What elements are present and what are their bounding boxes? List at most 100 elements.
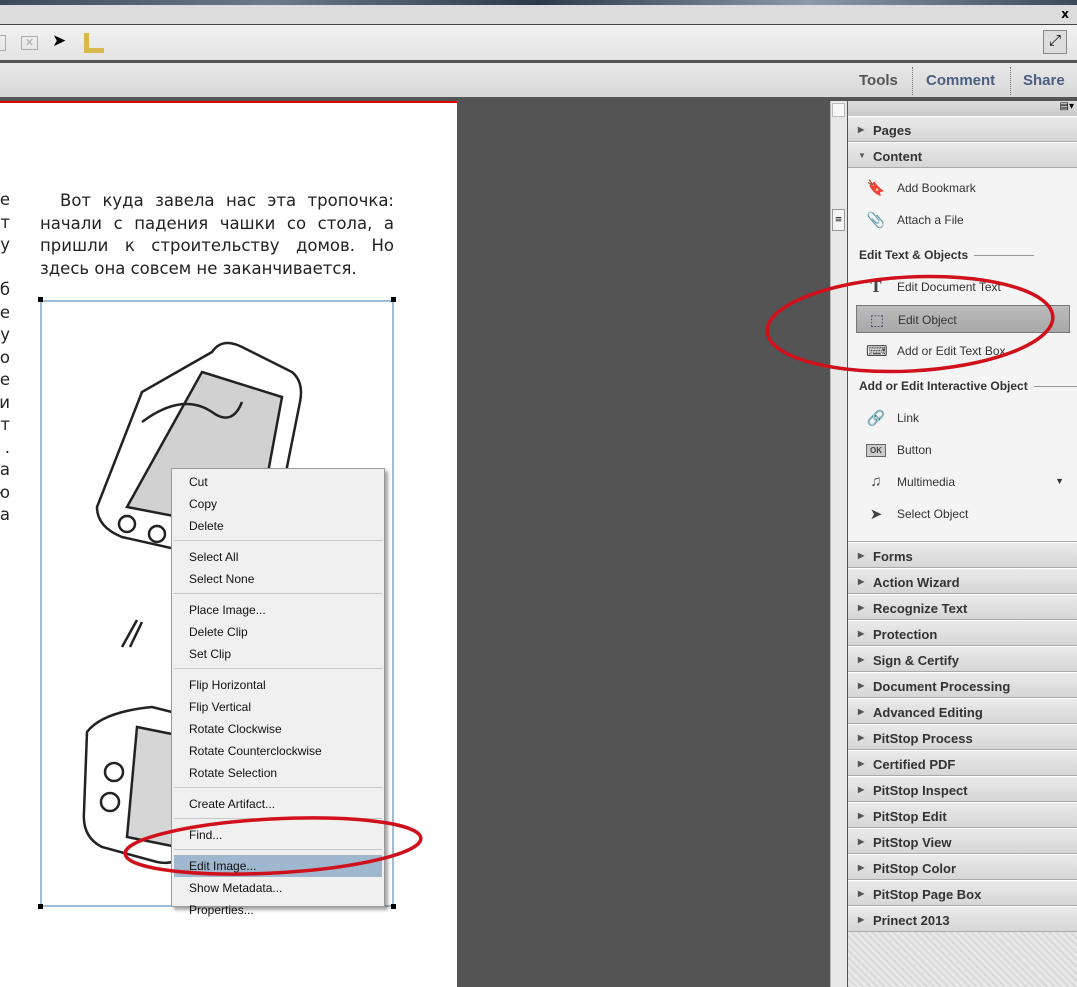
close-button[interactable]: x <box>1061 7 1069 21</box>
comment-tab[interactable]: Comment <box>926 72 995 89</box>
menu-item-flip-vertical[interactable]: Flip Vertical <box>174 696 382 718</box>
expand-icon[interactable]: ⤢ <box>1043 30 1067 54</box>
text-fragment: б- <box>0 280 10 299</box>
section-certified-pdf[interactable]: ▶ Certified PDF <box>848 750 1077 776</box>
toolbar: ✕ ➤ ⤢ <box>0 25 1077 62</box>
select-arrow-icon[interactable]: ➤ <box>52 31 66 51</box>
resize-handle[interactable] <box>38 297 43 302</box>
ok-button-icon: OK <box>866 444 886 457</box>
select-object-item[interactable]: ➤ Select Object <box>856 500 1070 528</box>
arrow-cursor-icon: ➤ <box>869 506 883 523</box>
section-content[interactable]: ▼ Content <box>848 142 1077 168</box>
menu-item-copy[interactable]: Copy <box>174 493 382 515</box>
triangle-right-icon: ▶ <box>858 655 865 664</box>
triangle-right-icon: ▶ <box>858 837 865 846</box>
scroll-thumb[interactable]: ≡ <box>832 209 845 231</box>
item-label: Select Object <box>897 507 969 521</box>
text-fragment: и- <box>0 392 10 412</box>
section-label: Sign & Certify <box>873 653 959 668</box>
button-item[interactable]: OK Button <box>856 436 1070 464</box>
section-protection[interactable]: ▶ Protection <box>848 620 1077 646</box>
menu-item-rotate-counterclockwise[interactable]: Rotate Counterclockwise <box>174 740 382 762</box>
triangle-right-icon: ▶ <box>858 551 865 560</box>
dropdown-arrow-icon[interactable]: ▼ <box>1055 476 1064 486</box>
toolbar-icon-partial[interactable] <box>0 35 6 51</box>
resize-handle[interactable] <box>391 297 396 302</box>
item-label: Add or Edit Text Box <box>897 344 1006 358</box>
section-advanced-editing[interactable]: ▶ Advanced Editing <box>848 698 1077 724</box>
section-pitstop-process[interactable]: ▶ PitStop Process <box>848 724 1077 750</box>
section-forms[interactable]: ▶ Forms <box>848 542 1077 568</box>
add-edit-text-box-item[interactable]: ⌨ Add or Edit Text Box <box>856 337 1070 365</box>
context-menu: Cut Copy Delete Select All Select None Place … <box>171 468 385 917</box>
text-fragment: е. <box>0 370 10 389</box>
section-label: PitStop Edit <box>873 809 947 824</box>
tools-panel: ▤▾ ▶ Pages ▼ Content 🔖 Add Bookmark 📎 Attach… <box>847 101 1077 987</box>
share-tab[interactable]: Share <box>1023 72 1065 89</box>
menu-item-set-clip[interactable]: Set Clip <box>174 643 382 665</box>
menu-item-rotate-selection[interactable]: Rotate Selection <box>174 762 382 784</box>
attach-file-item[interactable]: 📎 Attach a File <box>856 206 1070 234</box>
menu-item-edit-image[interactable]: Edit Image... <box>174 855 382 877</box>
menu-item-properties[interactable]: Properties... <box>174 899 382 921</box>
menu-item-flip-horizontal[interactable]: Flip Horizontal <box>174 674 382 696</box>
section-pitstop-edit[interactable]: ▶ PitStop Edit <box>848 802 1077 828</box>
section-label: Forms <box>873 549 913 564</box>
ruler-icon[interactable] <box>84 33 104 53</box>
menu-item-delete[interactable]: Delete <box>174 515 382 537</box>
menu-item-cut[interactable]: Cut <box>174 471 382 493</box>
menu-item-select-none[interactable]: Select None <box>174 568 382 590</box>
envelope-icon[interactable]: ✕ <box>21 36 38 50</box>
vertical-scrollbar[interactable]: ≡ <box>830 101 847 987</box>
title-bar: x <box>0 5 1077 25</box>
menu-item-select-all[interactable]: Select All <box>174 546 382 568</box>
menu-item-rotate-clockwise[interactable]: Rotate Clockwise <box>174 718 382 740</box>
triangle-right-icon: ▶ <box>858 863 865 872</box>
menu-item-create-artifact[interactable]: Create Artifact... <box>174 793 382 815</box>
chain-link-icon: 🔗 <box>866 410 886 427</box>
paragraph: Вот куда завела нас эта тропочка: начали… <box>40 191 394 278</box>
triangle-right-icon: ▶ <box>858 759 865 768</box>
triangle-right-icon: ▶ <box>858 681 865 690</box>
menu-item-place-image[interactable]: Place Image... <box>174 599 382 621</box>
section-prinect-2013[interactable]: ▶ Prinect 2013 <box>848 906 1077 932</box>
panel-header: ▤▾ <box>848 101 1077 117</box>
text-fragment: а <box>0 505 10 524</box>
menu-item-show-metadata[interactable]: Show Metadata... <box>174 877 382 899</box>
item-label: Edit Object <box>898 313 957 327</box>
text-fragment: от <box>0 415 10 434</box>
task-bar: Tools Comment Share <box>0 63 1077 99</box>
text-fragment: ху <box>0 235 10 254</box>
edit-object-item[interactable]: ⬚ Edit Object <box>856 305 1070 333</box>
section-pitstop-color[interactable]: ▶ PitStop Color <box>848 854 1077 880</box>
link-item[interactable]: 🔗 Link <box>856 404 1070 432</box>
resize-handle[interactable] <box>38 904 43 909</box>
text-fragment: е- <box>0 190 10 209</box>
text-fragment: у <box>0 325 10 344</box>
menu-item-find[interactable]: Find... <box>174 824 382 846</box>
section-pitstop-view[interactable]: ▶ PitStop View <box>848 828 1077 854</box>
menu-item-delete-clip[interactable]: Delete Clip <box>174 621 382 643</box>
section-label: PitStop Process <box>873 731 973 746</box>
add-bookmark-item[interactable]: 🔖 Add Bookmark <box>856 174 1070 202</box>
text-fragment: о <box>0 347 10 367</box>
scroll-up-button[interactable] <box>832 103 845 117</box>
panel-options-icon[interactable]: ▤▾ <box>1060 101 1074 112</box>
section-label: Advanced Editing <box>873 705 983 720</box>
section-sign-certify[interactable]: ▶ Sign & Certify <box>848 646 1077 672</box>
triangle-right-icon: ▶ <box>858 603 865 612</box>
section-pitstop-page-box[interactable]: ▶ PitStop Page Box <box>848 880 1077 906</box>
section-pitstop-inspect[interactable]: ▶ PitStop Inspect <box>848 776 1077 802</box>
multimedia-item[interactable]: ♫ Multimedia ▼ <box>856 468 1070 496</box>
section-document-processing[interactable]: ▶ Document Processing <box>848 672 1077 698</box>
item-label: Add Bookmark <box>897 181 976 195</box>
tools-tab[interactable]: Tools <box>859 72 898 89</box>
resize-handle[interactable] <box>391 904 396 909</box>
edit-text-objects-heading: Edit Text & Objects <box>859 248 1034 262</box>
edit-document-text-item[interactable]: T Edit Document Text <box>856 273 1070 301</box>
section-recognize-text[interactable]: ▶ Recognize Text <box>848 594 1077 620</box>
section-pages[interactable]: ▶ Pages <box>848 116 1077 142</box>
triangle-right-icon: ▶ <box>858 125 865 134</box>
text-fragment: а- <box>0 460 10 479</box>
section-action-wizard[interactable]: ▶ Action Wizard <box>848 568 1077 594</box>
